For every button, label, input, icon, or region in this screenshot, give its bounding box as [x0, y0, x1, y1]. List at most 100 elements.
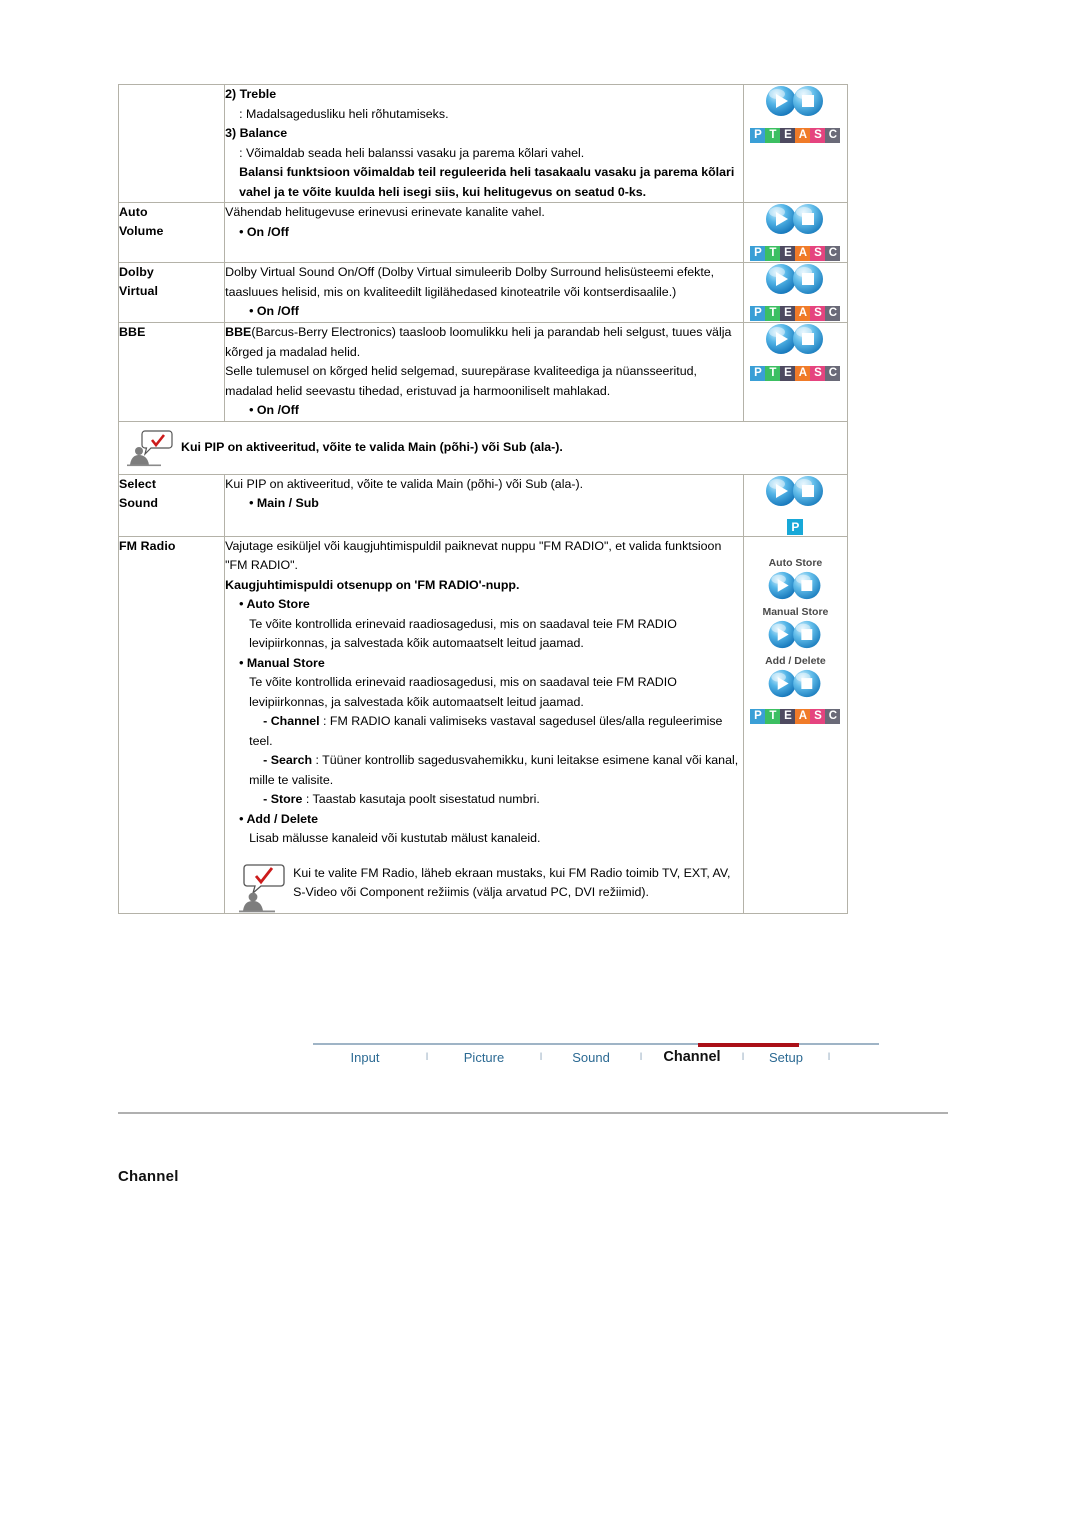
tab-input[interactable]: Input: [313, 1050, 417, 1065]
twin-button-icon: [767, 669, 823, 699]
pteasc-letter-p: P: [750, 128, 766, 143]
table-row: Dolby Virtual Dolby Virtual Sound On/Off…: [117, 262, 849, 323]
tip-person-icon: [239, 863, 285, 913]
pteasc-letter-c: C: [825, 708, 841, 724]
pteasc-letter-s: S: [810, 708, 826, 724]
table-row-note: Kui PIP on aktiveeritud, võite te valida…: [118, 420, 848, 475]
label-line: Select: [119, 476, 157, 491]
row-icon-bbe: P T E A S C: [742, 322, 849, 422]
pteasc-letter-t: T: [765, 708, 781, 724]
dolby-options: • On /Off: [249, 304, 299, 318]
pteasc-letter-a: A: [795, 128, 811, 143]
pteasc-letter-t: T: [765, 246, 781, 261]
row-body-select-sound: Kui PIP on aktiveeritud, võite te valida…: [224, 473, 744, 537]
tip-person-icon: [127, 429, 173, 467]
pteasc-letter-e: E: [780, 128, 796, 143]
bbe-term: BBE: [225, 325, 252, 339]
page-title: Channel: [118, 1168, 179, 1185]
pteasc-badge: P T E A S C: [749, 127, 842, 144]
pteasc-letter-c: C: [825, 366, 841, 381]
pteasc-letter-s: S: [810, 128, 826, 143]
row-body-bbe: BBE(Barcus-Berry Electronics) taasloob l…: [224, 322, 744, 422]
row-icon-dolby-virtual: P T E A S C: [742, 262, 849, 323]
pteasc-letter-p: P: [750, 306, 766, 321]
pteasc-letter-a: A: [795, 306, 811, 321]
label-line: Virtual: [119, 284, 159, 298]
pteasc-letter-c: C: [825, 246, 841, 261]
twin-button-icon: [767, 571, 823, 601]
tab-channel[interactable]: Channel: [651, 1049, 733, 1065]
row-label-select-sound: Select Sound: [117, 473, 226, 537]
row-icon-auto-volume: P T E A S C: [742, 202, 849, 263]
tabnav-separator: I: [741, 1051, 745, 1063]
row-body-dolby-virtual: Dolby Virtual Sound On/Off (Dolby Virtua…: [224, 262, 744, 323]
pteasc-badge: P T E A S C: [749, 305, 842, 322]
pteasc-letter-a: A: [795, 708, 811, 724]
pteasc-letter-c: C: [825, 128, 841, 143]
select-sound-desc: Kui PIP on aktiveeritud, võite te valida…: [225, 476, 584, 491]
row-label-bbe: BBE: [117, 322, 226, 422]
fm-add-delete-label: • Add / Delete: [239, 811, 319, 826]
section-divider: [118, 1112, 948, 1114]
row-body-cell: 2) Treble : Madalsagedusliku heli rõhuta…: [224, 84, 744, 203]
balance-desc: : Võimaldab seada heli balanssi vasaku j…: [239, 145, 585, 160]
fm-manual-store-desc: Te võite kontrollida erinevaid raadiosag…: [249, 675, 677, 709]
tab-sound[interactable]: Sound: [551, 1050, 631, 1065]
table-row: Select Sound Kui PIP on aktiveeritud, võ…: [117, 473, 849, 537]
fm-caption-auto-store: Auto Store: [768, 556, 823, 569]
fm-auto-store-label: • Auto Store: [239, 597, 310, 611]
pteasc-badge: P T E A S C: [749, 365, 842, 382]
twin-button-icon: [765, 203, 825, 236]
pteasc-badge: P T E A S C: [749, 245, 842, 262]
twin-button-icon: [767, 620, 823, 650]
pip-note-text: Kui PIP on aktiveeritud, võite te valida…: [181, 439, 563, 454]
balance-heading: 3) Balance: [225, 126, 288, 140]
tabnav-separator: I: [539, 1051, 543, 1063]
pteasc-letter-e: E: [780, 708, 796, 724]
note-cell: Kui PIP on aktiveeritud, võite te valida…: [118, 420, 848, 475]
pteasc-letter-e: E: [780, 366, 796, 381]
label-line: BBE: [119, 325, 146, 339]
row-icon-select-sound: P: [742, 473, 849, 537]
pteasc-letter-a: A: [795, 246, 811, 261]
auto-volume-desc: Vähendab helitugevuse erinevusi erinevat…: [225, 205, 545, 219]
twin-button-icon: [765, 475, 825, 508]
table-row: BBE BBE(Barcus-Berry Electronics) taaslo…: [117, 322, 849, 422]
label-line: Volume: [119, 224, 164, 238]
twin-button-icon: [765, 85, 825, 118]
row-label-fm-radio: FM Radio: [117, 535, 226, 914]
fm-channel-line: - Channel : FM RADIO kanali valimiseks v…: [225, 712, 743, 751]
row-icon-fm-radio: Auto Store Manual Store Add / Delete P T…: [742, 535, 849, 914]
bbe-term-rest: (Barcus-Berry Electronics) taasloob loom…: [225, 325, 732, 359]
tabnav-separator: I: [425, 1051, 429, 1063]
table-row: Auto Volume Vähendab helitugevuse erinev…: [117, 202, 849, 263]
fm-channel-term: - Channel: [263, 714, 320, 728]
pteasc-letter-e: E: [780, 246, 796, 261]
fm-channel-rest: : FM RADIO kanali valimiseks vastaval sa…: [249, 714, 723, 748]
pteasc-letter-t: T: [765, 366, 781, 381]
pteasc-letter-e: E: [780, 306, 796, 321]
tabnav-items: Input I Picture I Sound I Channel I Setu…: [313, 1049, 879, 1065]
row-label-auto-volume: Auto Volume: [117, 202, 226, 263]
fm-intro: Vajutage esiküljel või kaugjuhtimispuldi…: [225, 538, 722, 573]
fm-inner-note: Kui te valite FM Radio, läheb ekraan mus…: [239, 863, 743, 913]
pteasc-letter-c: C: [825, 306, 841, 321]
pteasc-letter-a: A: [795, 366, 811, 381]
fm-inner-note-text: Kui te valite FM Radio, läheb ekraan mus…: [293, 865, 731, 900]
table-row: 2) Treble : Madalsagedusliku heli rõhuta…: [117, 84, 849, 203]
tab-setup[interactable]: Setup: [753, 1050, 819, 1065]
fm-store-line: - Store : Taastab kasutaja poolt sisesta…: [225, 790, 743, 810]
fm-store-rest: : Taastab kasutaja poolt sisestatud numb…: [302, 792, 540, 806]
row-body-fm-radio: Vajutage esiküljel või kaugjuhtimispuldi…: [224, 535, 744, 914]
fm-caption-manual-store: Manual Store: [762, 605, 829, 618]
fm-auto-store-desc: Te võite kontrollida erinevaid raadiosag…: [249, 616, 677, 651]
fm-search-line: - Search : Tüüner kontrollib sagedusvahe…: [225, 751, 743, 790]
tab-picture[interactable]: Picture: [437, 1050, 531, 1065]
treble-desc: : Madalsagedusliku heli rõhutamiseks.: [239, 106, 449, 121]
label-line: Sound: [119, 495, 159, 510]
row-body-auto-volume: Vähendab helitugevuse erinevusi erinevat…: [224, 202, 744, 263]
bbe-desc-2: Selle tulemusel on kõrged helid selgemad…: [225, 364, 697, 398]
label-line: Auto: [119, 205, 148, 219]
pteasc-letter-t: T: [765, 128, 781, 143]
twin-button-icon: [765, 323, 825, 356]
